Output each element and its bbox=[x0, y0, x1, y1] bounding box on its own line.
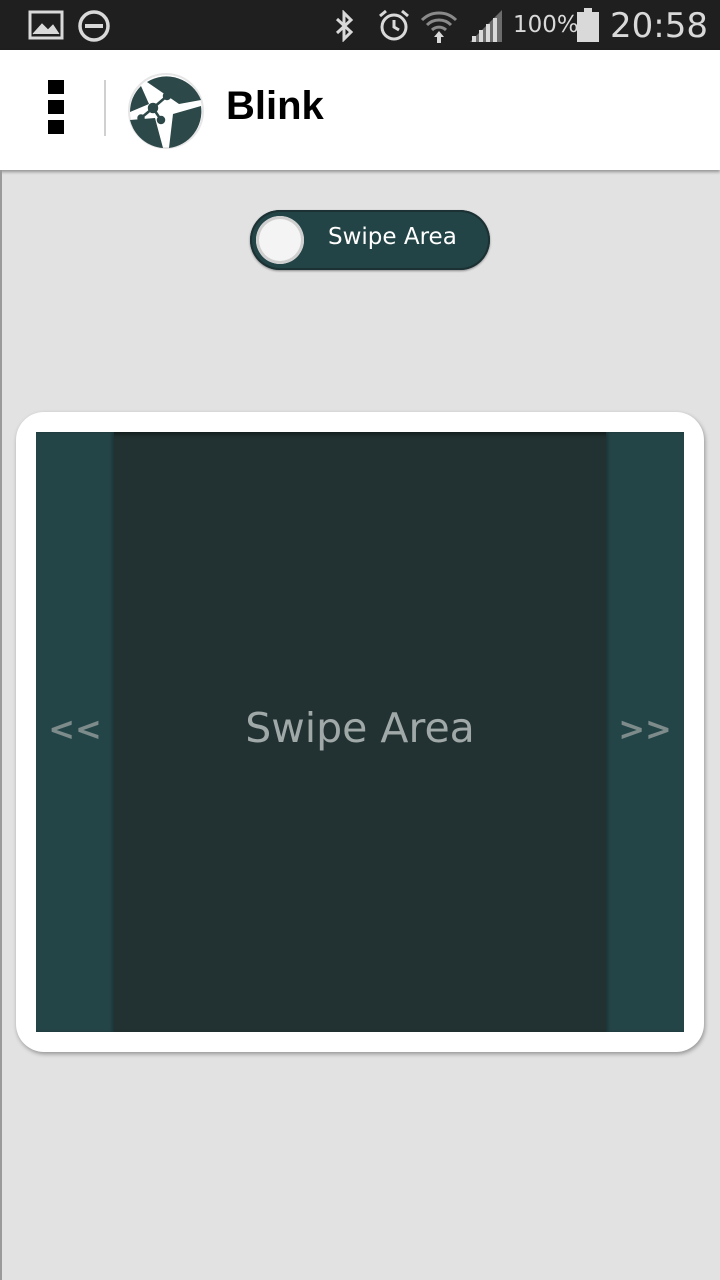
menu-icon bbox=[48, 80, 64, 94]
app-bar-divider bbox=[104, 80, 106, 136]
menu-button[interactable] bbox=[40, 78, 72, 138]
swipe-right-zone[interactable]: >> bbox=[606, 432, 684, 1032]
swipe-area-toggle[interactable]: Swipe Area bbox=[250, 210, 490, 270]
wifi-icon bbox=[420, 8, 458, 49]
signal-icon bbox=[468, 10, 504, 47]
status-bar: 100% 20:58 bbox=[0, 0, 720, 50]
image-icon bbox=[28, 10, 64, 45]
do-not-disturb-icon bbox=[76, 8, 112, 49]
alarm-icon bbox=[376, 7, 412, 48]
swipe-area[interactable]: << Swipe Area >> bbox=[36, 432, 684, 1032]
swipe-left-arrow: << bbox=[48, 710, 102, 748]
clock: 20:58 bbox=[610, 6, 708, 46]
battery-icon bbox=[576, 8, 600, 47]
bluetooth-icon bbox=[332, 9, 358, 47]
app-bar: Blink bbox=[0, 50, 720, 170]
toggle-knob[interactable] bbox=[256, 216, 304, 264]
swipe-area-label: Swipe Area bbox=[245, 704, 475, 752]
content-left-border bbox=[0, 170, 2, 1280]
blink-logo-icon bbox=[127, 72, 205, 150]
toggle-label: Swipe Area bbox=[328, 224, 457, 250]
battery-percent: 100% bbox=[513, 12, 579, 38]
swipe-card: << Swipe Area >> bbox=[16, 412, 704, 1052]
menu-icon-dot bbox=[48, 100, 64, 114]
swipe-right-arrow: >> bbox=[618, 710, 672, 748]
app-title: Blink bbox=[226, 84, 324, 128]
menu-icon-dot bbox=[48, 120, 64, 134]
swipe-left-zone[interactable]: << bbox=[36, 432, 114, 1032]
